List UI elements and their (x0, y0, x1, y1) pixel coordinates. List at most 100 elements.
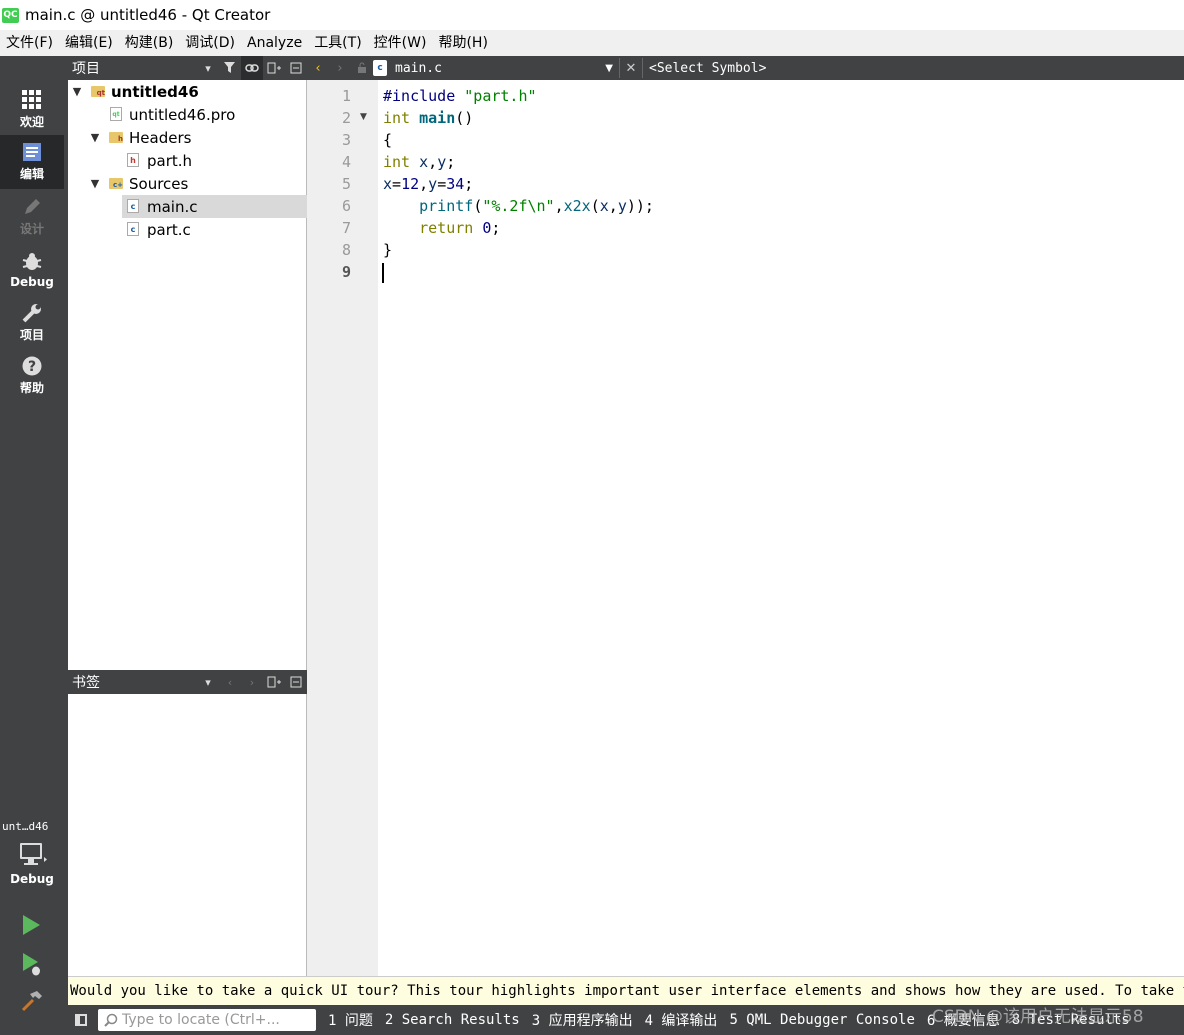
symbol-selector[interactable]: <Select Symbol> (649, 61, 766, 76)
build-hammer-icon[interactable] (20, 989, 44, 1013)
kit-project-name: unt…d46 (2, 820, 49, 833)
output-pane-compile-output[interactable]: 4 编译输出 (645, 1010, 718, 1030)
tree-label: untitled46.pro (129, 105, 236, 124)
code-editor[interactable]: #include "part.h" int main(){int x,y; x=12… (383, 85, 1184, 283)
code-token: y (428, 175, 438, 193)
output-pane-qml-debugger-console[interactable]: 5 QML Debugger Console (729, 1012, 914, 1028)
close-pane-icon[interactable] (285, 670, 307, 694)
bookmarks-pane-header: 书签 ▾ ‹ › (68, 670, 307, 694)
filter-icon[interactable] (219, 56, 241, 80)
c-file-icon: c (127, 222, 139, 236)
menu-build[interactable]: 构建(B) (119, 30, 180, 56)
tree-item-part-h[interactable]: h part.h (68, 149, 307, 172)
code-line[interactable]: #include "part.h" (383, 85, 1184, 107)
menu-window[interactable]: 控件(W) (368, 30, 433, 56)
editor-toolbar: ‹ › c main.c ▼ ✕ <Select Symbol> (307, 56, 1184, 80)
code-token: , (608, 197, 618, 215)
document-icon (23, 143, 41, 161)
previous-bookmark-icon[interactable]: ‹ (219, 670, 241, 694)
mode-edit[interactable]: 编辑 (0, 135, 64, 189)
debug-run-icon[interactable] (20, 952, 44, 976)
mode-projects[interactable]: 项目 (0, 296, 64, 350)
code-line[interactable]: int main() (383, 107, 1184, 129)
tree-item-project[interactable]: ▼ qt untitled46 (68, 80, 307, 103)
next-bookmark-icon[interactable]: › (241, 670, 263, 694)
tree-item-sources[interactable]: ▼ c+ Sources (68, 172, 307, 195)
close-document-icon[interactable]: ✕ (620, 56, 642, 80)
menu-tools[interactable]: 工具(T) (308, 30, 367, 56)
tree-label: part.h (147, 151, 193, 170)
svg-text:?: ? (28, 359, 36, 375)
fold-marker-icon[interactable]: ▼ (360, 112, 367, 122)
tree-item-main-c[interactable]: c main.c (122, 195, 307, 218)
chevron-down-icon[interactable]: ▼ (71, 85, 83, 98)
project-folder-icon: qt (91, 86, 105, 97)
line-number: 7 (341, 219, 351, 237)
menu-file[interactable]: 文件(F) (0, 30, 59, 56)
mode-welcome-label: 欢迎 (19, 115, 44, 129)
code-token: "%.2f\n" (482, 197, 555, 215)
split-icon[interactable] (263, 670, 285, 694)
tree-item-pro-file[interactable]: qt untitled46.pro (68, 103, 307, 126)
code-token: "part.h" (464, 87, 537, 105)
chevron-down-icon[interactable]: ▼ (89, 177, 101, 190)
locator-input[interactable]: Type to locate (Ctrl+... (98, 1009, 316, 1031)
code-token: , (428, 153, 438, 171)
chevron-down-icon[interactable]: ▼ (605, 63, 613, 74)
code-line[interactable]: return 0; (383, 217, 1184, 239)
projects-pane-title[interactable]: 项目 (72, 58, 197, 78)
mode-design-label: 设计 (19, 222, 44, 236)
code-line[interactable]: } (383, 239, 1184, 261)
code-token: , (419, 175, 429, 193)
output-pane-issues[interactable]: 1 问题 (328, 1010, 373, 1030)
menu-edit[interactable]: 编辑(E) (59, 30, 119, 56)
monitor-icon (20, 843, 47, 865)
split-icon[interactable] (263, 56, 285, 80)
menu-help[interactable]: 帮助(H) (432, 30, 493, 56)
mode-projects-label: 项目 (19, 328, 44, 342)
go-back-icon[interactable]: ‹ (307, 56, 329, 80)
mode-welcome[interactable]: 欢迎 (0, 83, 64, 137)
projects-pane-header: 项目 ▾ (68, 56, 307, 80)
link-icon[interactable] (241, 56, 263, 80)
pro-file-icon: qt (110, 107, 122, 121)
code-token: = (437, 175, 447, 193)
wrench-icon (22, 304, 41, 323)
mode-design[interactable]: 设计 (0, 190, 64, 244)
code-token: { (383, 131, 393, 149)
code-line[interactable] (383, 261, 1184, 283)
mode-debug[interactable]: Debug (0, 243, 64, 297)
text-cursor (382, 263, 384, 283)
output-pane-search-results[interactable]: 2 Search Results (385, 1012, 520, 1028)
close-pane-icon[interactable] (285, 56, 307, 80)
pane-dropdown-icon[interactable]: ▾ (197, 670, 219, 694)
code-line[interactable]: printf("%.2f\n",x2x(x,y)); (383, 195, 1184, 217)
tree-item-part-c[interactable]: c part.c (68, 218, 307, 241)
toggle-sidebar-icon[interactable] (68, 1005, 94, 1035)
code-token: 12 (401, 175, 420, 193)
line-number: 2 (341, 109, 351, 127)
code-line[interactable]: { (383, 129, 1184, 151)
code-line[interactable]: int x,y; (383, 151, 1184, 173)
code-line[interactable]: x=12,y=34; (383, 173, 1184, 195)
code-token: y (437, 153, 447, 171)
output-pane-application-output[interactable]: 3 应用程序输出 (532, 1010, 633, 1030)
kit-selector[interactable]: Debug (0, 842, 64, 892)
open-document-selector[interactable]: c main.c ▼ (373, 56, 619, 80)
run-icon[interactable] (20, 914, 42, 936)
line-number: 6 (341, 197, 351, 215)
tree-item-headers[interactable]: ▼ h Headers (68, 126, 307, 149)
bookmarks-pane-title[interactable]: 书签 (72, 672, 197, 692)
chevron-down-icon[interactable]: ▼ (89, 131, 101, 144)
menu-analyze[interactable]: Analyze (241, 30, 308, 56)
tree-label: untitled46 (111, 82, 199, 101)
code-token: ; (464, 175, 474, 193)
c-file-icon: c (373, 60, 387, 76)
mode-help[interactable]: ? 帮助 (0, 349, 64, 403)
go-forward-icon[interactable]: › (329, 56, 351, 80)
pane-dropdown-icon[interactable]: ▾ (197, 56, 219, 80)
menu-debug[interactable]: 调试(D) (179, 30, 241, 56)
